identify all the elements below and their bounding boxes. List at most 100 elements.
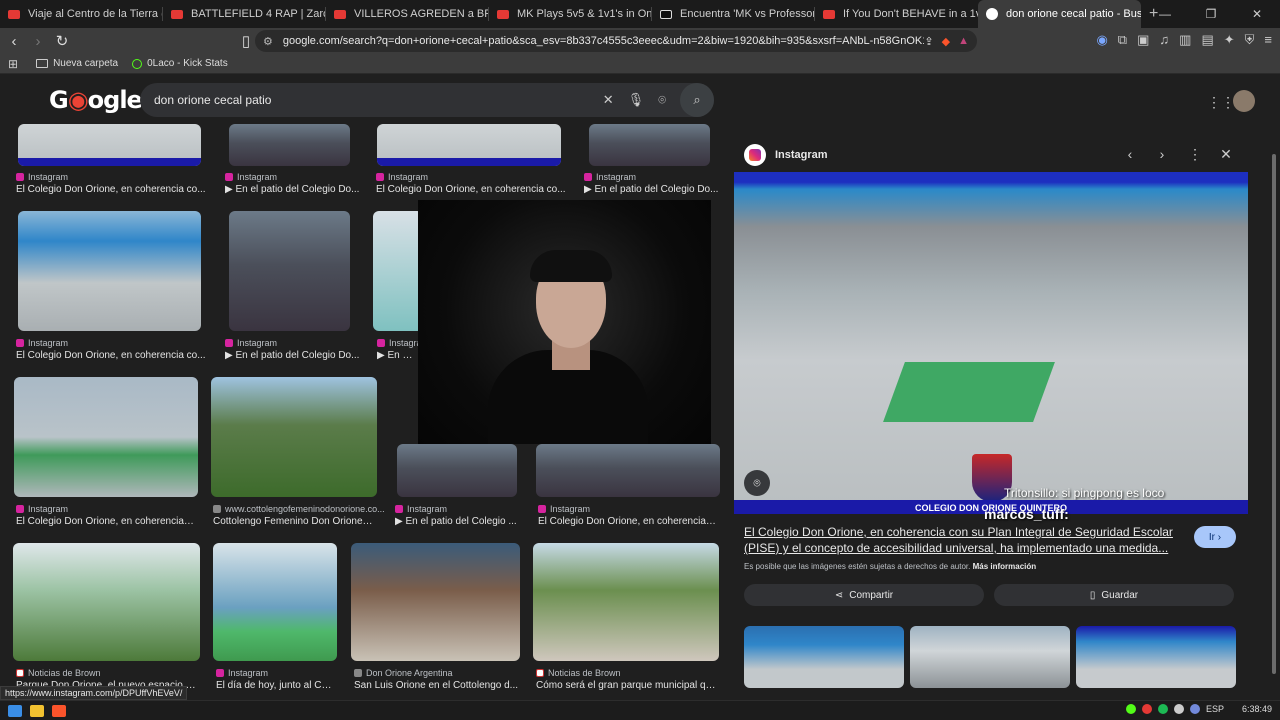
app-tray-icon[interactable] (1141, 704, 1152, 714)
browser-tab[interactable]: VILLEROS AGREDEN a BRUNENGER (326, 0, 489, 28)
result-thumbnail[interactable] (211, 377, 377, 497)
result-source: Instagram (216, 668, 268, 678)
brave-shield-icon[interactable]: ◆ (942, 35, 950, 48)
search-input[interactable]: don orione cecal patio (154, 93, 271, 107)
save-button[interactable]: ▯ Guardar (994, 584, 1234, 606)
result-caption[interactable]: ▶ En el patio del Colegio Do... (584, 184, 719, 195)
site-settings-icon[interactable]: ⚙ (263, 35, 273, 48)
result-caption[interactable]: San Luis Orione en el Cottolengo d... (354, 680, 519, 691)
result-thumbnail[interactable] (536, 444, 720, 497)
browser-tab[interactable]: MK Plays 5v5 & 1v1's in One of The (489, 0, 652, 28)
bookmark-icon[interactable]: ▯ (236, 32, 256, 50)
file-explorer-icon[interactable] (30, 704, 44, 717)
result-thumbnail[interactable] (13, 543, 200, 661)
browser-tab-active[interactable]: don orione cecal patio - Buscar✕ (978, 0, 1141, 28)
result-thumbnail[interactable] (213, 543, 337, 661)
go-button[interactable]: Ir › (1194, 526, 1236, 548)
result-thumbnail[interactable] (229, 124, 350, 166)
wallet-icon[interactable]: ▤ (1201, 32, 1213, 48)
related-image[interactable] (910, 626, 1070, 688)
reload-icon[interactable]: ↻ (52, 32, 72, 50)
app-tray-icon[interactable] (1125, 704, 1136, 714)
close-icon[interactable]: ✕ (1220, 146, 1232, 163)
result-thumbnail[interactable] (377, 124, 561, 166)
result-caption[interactable]: El día de hoy, junto al CG... (216, 680, 336, 691)
microphone-icon[interactable]: 🎙 (628, 92, 645, 108)
google-logo[interactable]: G◉ogle (49, 86, 143, 114)
more-options-icon[interactable]: ⋮ (1188, 146, 1202, 163)
result-caption[interactable]: El Colegio Don Orione, en coherencia co.… (16, 184, 206, 195)
apps-grid-icon[interactable]: ⊞ (8, 57, 18, 71)
result-caption[interactable]: Cómo será el gran parque municipal qu... (536, 680, 716, 691)
app-tray-icon[interactable] (1173, 704, 1184, 714)
result-thumbnail[interactable] (373, 211, 423, 331)
result-thumbnail[interactable] (351, 543, 520, 661)
related-image[interactable] (1076, 626, 1236, 688)
panel-title-link[interactable]: El Colegio Don Orione, en coherencia con… (744, 524, 1184, 556)
result-caption[interactable]: El Colegio Don Orione, en coherencia co.… (16, 350, 206, 361)
panel-source[interactable]: Instagram (775, 149, 828, 161)
sidebar-icon[interactable]: ▥ (1179, 32, 1191, 48)
bookmark-item[interactable]: Nueva carpeta (36, 58, 118, 69)
browser-tab[interactable]: BATTLEFIELD 4 RAP | Zarcort (Con Pi (163, 0, 326, 28)
browser-tab[interactable]: Viaje al Centro de la Tierra (Tardé 8 D (0, 0, 163, 28)
back-icon[interactable]: ‹ (4, 33, 24, 50)
related-image[interactable] (744, 626, 904, 688)
language-indicator[interactable]: ESP (1206, 704, 1224, 714)
maximize-icon[interactable]: ❐ (1188, 7, 1234, 21)
result-caption[interactable]: Cottolengo Femenino Don Orione -... (213, 516, 373, 527)
leo-icon[interactable]: ✦ (1224, 32, 1235, 48)
start-icon[interactable] (8, 704, 22, 717)
search-box[interactable]: don orione cecal patio ✕ 🎙 ⌾ ⌕ (140, 83, 714, 117)
extension-icon[interactable]: ▣ (1137, 32, 1149, 48)
result-thumbnail[interactable] (18, 211, 201, 331)
result-thumbnail[interactable] (397, 444, 517, 497)
scrollbar[interactable] (1268, 124, 1280, 696)
result-caption[interactable]: El Colegio Don Orione, en coherencia c..… (538, 516, 718, 527)
share-button[interactable]: ⋖ Compartir (744, 584, 984, 606)
preview-image[interactable]: Tritonsillo: si pingpong es loco COLEGIO… (734, 172, 1248, 514)
google-icon (986, 8, 998, 20)
shield-icon[interactable]: ⛨ (1245, 32, 1255, 48)
rewards-icon[interactable]: ▲ (958, 35, 969, 48)
vpn-icon[interactable]: ◉ (1096, 32, 1107, 48)
result-caption[interactable]: ▶ En el patio del Colegio Do... (225, 350, 360, 361)
media-icon[interactable]: ♫ (1159, 32, 1169, 48)
brave-icon[interactable] (52, 704, 66, 717)
forward-icon[interactable]: › (28, 33, 48, 50)
result-thumbnail[interactable] (589, 124, 710, 166)
lens-search-icon[interactable]: ⌾ (744, 470, 770, 496)
clear-icon[interactable]: ✕ (603, 92, 614, 108)
app-tray-icon[interactable] (1157, 704, 1168, 714)
bookmark-item[interactable]: 0Laco - Kick Stats (132, 58, 228, 69)
result-caption[interactable]: El Colegio Don Orione, en coherencia co.… (376, 184, 566, 195)
minimize-icon[interactable]: — (1142, 7, 1188, 21)
clock[interactable]: 6:38:49 (1242, 704, 1272, 714)
previous-icon[interactable]: ‹ (1124, 146, 1136, 163)
next-icon[interactable]: › (1156, 146, 1168, 163)
result-caption[interactable]: ▶ En el patio del Colegio ... (395, 516, 520, 527)
result-caption[interactable]: El Colegio Don Orione, en coherencia c..… (16, 516, 196, 527)
youtube-icon (171, 9, 183, 19)
browser-tab[interactable]: If You Don't BEHAVE in a 1v1, Don't (815, 0, 978, 28)
result-thumbnail[interactable] (14, 377, 198, 497)
more-info-link[interactable]: Más información (973, 562, 1037, 571)
screenshot-icon[interactable]: ⧉ (1118, 32, 1127, 48)
address-bar[interactable]: ⚙ google.com/search?q=don+orione+cecal+p… (255, 30, 977, 52)
result-caption[interactable]: ▶ En el p (377, 350, 417, 361)
result-thumbnail[interactable] (229, 211, 350, 331)
browser-tab[interactable]: Encuentra 'MK vs Professor' en TikTo (652, 0, 815, 28)
result-source: Instagram (538, 504, 590, 514)
result-caption[interactable]: ▶ En el patio del Colegio Do... (225, 184, 360, 195)
share-icon[interactable]: ⇪ (924, 35, 933, 48)
result-thumbnail[interactable] (18, 124, 201, 166)
menu-icon[interactable]: ≡ (1264, 32, 1272, 48)
search-button[interactable]: ⌕ (680, 83, 714, 117)
avatar[interactable] (1233, 90, 1255, 112)
result-thumbnail[interactable] (533, 543, 719, 661)
google-apps-icon[interactable]: ⋮⋮ (1207, 94, 1235, 111)
kick-icon (132, 58, 143, 69)
close-window-icon[interactable]: ✕ (1234, 7, 1280, 21)
lens-icon[interactable]: ⌾ (658, 92, 666, 108)
app-tray-icon[interactable] (1189, 704, 1200, 714)
